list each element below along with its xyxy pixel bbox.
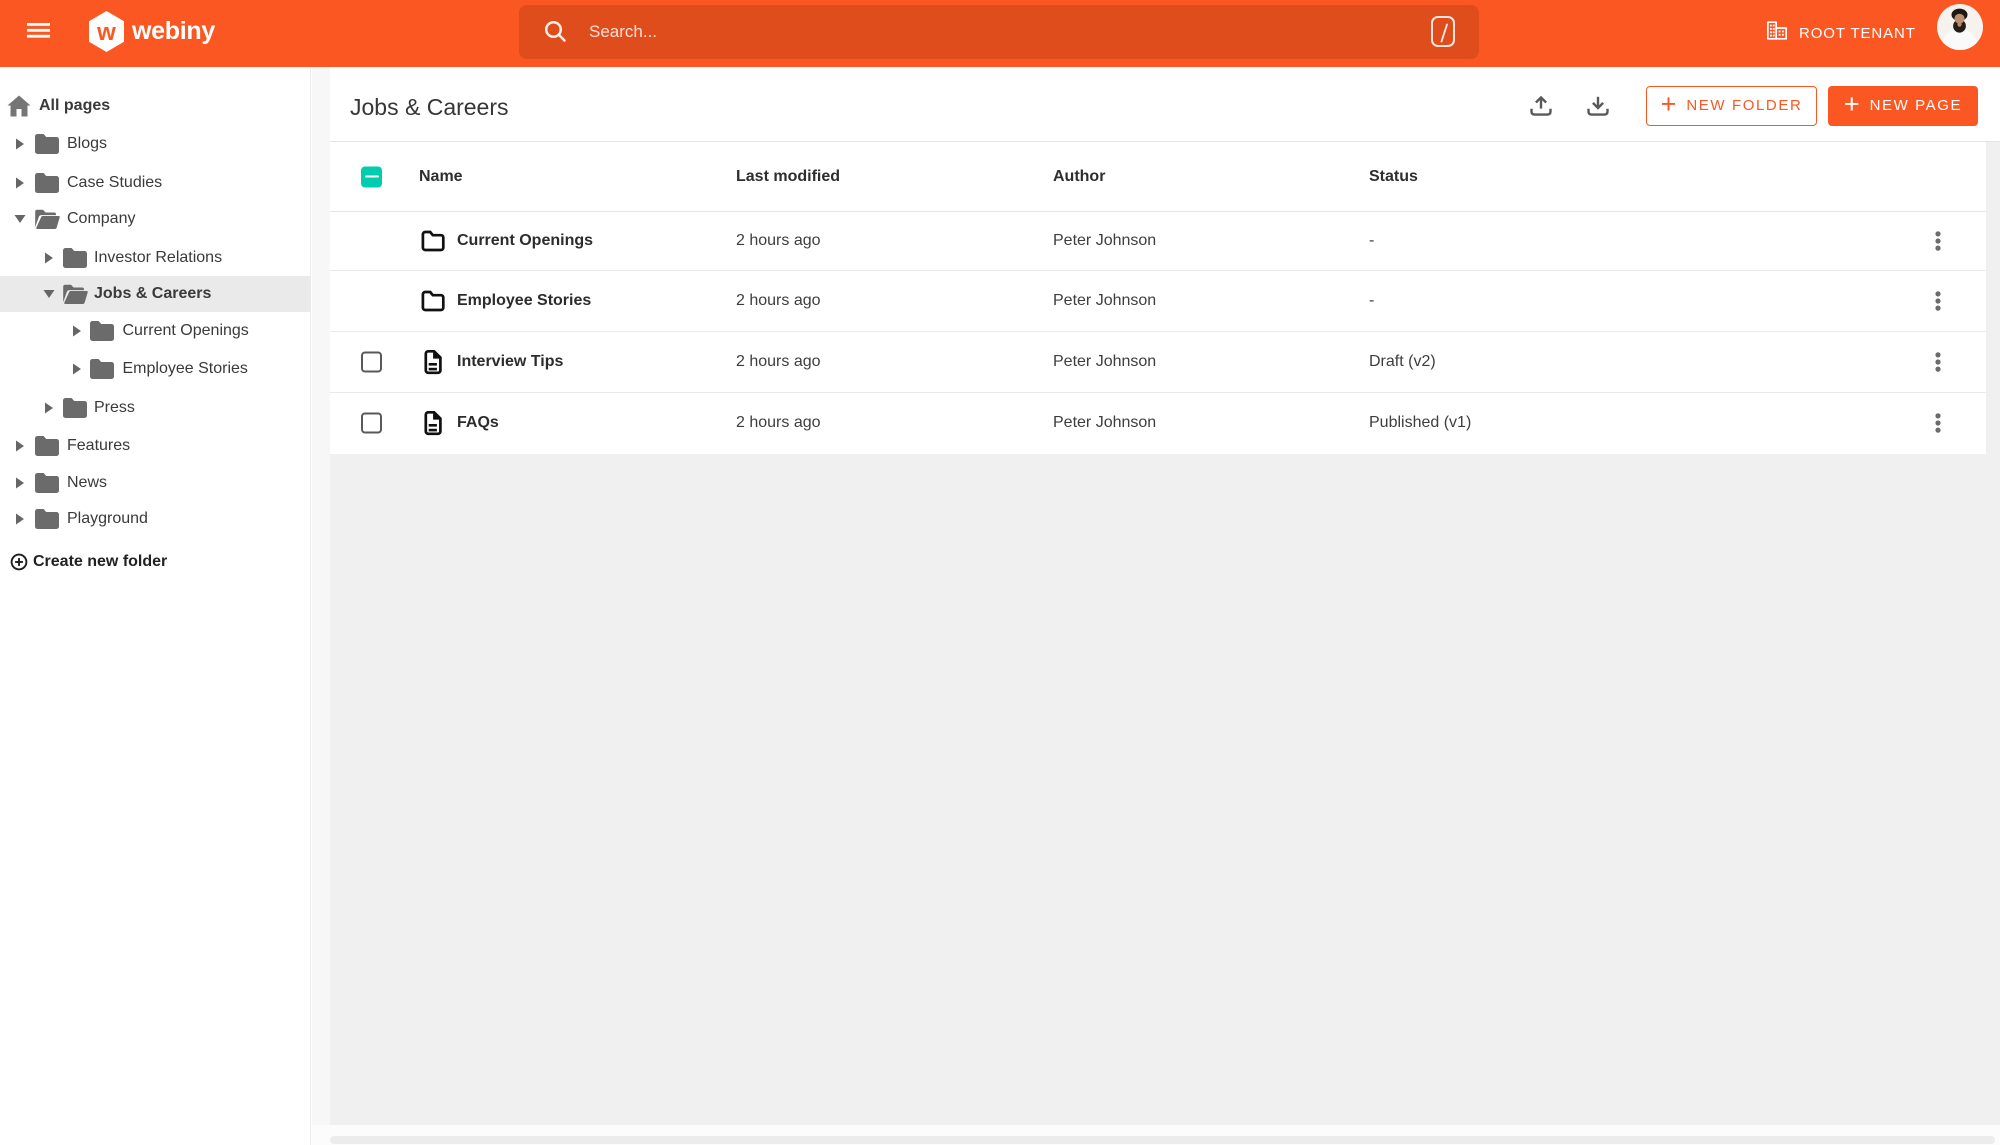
svg-text:w: w	[96, 19, 116, 46]
